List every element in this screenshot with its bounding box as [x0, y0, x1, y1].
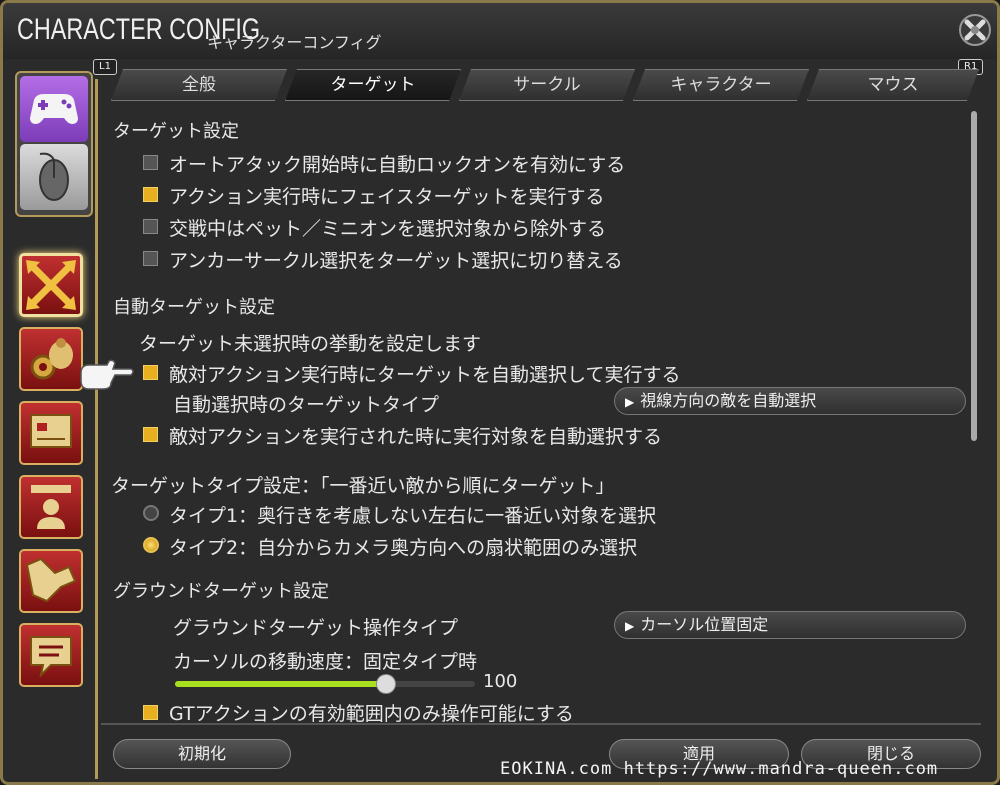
hand-pointer-icon	[80, 359, 134, 390]
triangle-right-icon: ▶	[625, 619, 635, 633]
gamepad-mode-button[interactable]	[20, 76, 88, 142]
radio-type2[interactable]	[143, 537, 159, 553]
checkbox-exclude-pet[interactable]	[143, 219, 158, 234]
crossed-arrows-icon	[26, 260, 76, 310]
checkbox-auto-select-hostile[interactable]	[143, 365, 158, 380]
reset-button[interactable]: 初期化	[113, 739, 291, 769]
watermark: EOKINA.com https://www.mandra-queen.com	[500, 759, 939, 779]
section-title-auto-target: 自動ターゲット設定	[113, 297, 275, 318]
tab-mouse[interactable]: マウス	[807, 69, 979, 101]
tab-character[interactable]: キャラクター	[633, 69, 809, 101]
tab-bar: 全般 ターゲット サークル キャラクター マウス	[111, 69, 979, 103]
section-title-target: ターゲット設定	[113, 121, 239, 142]
gt-operation-dropdown[interactable]: ▶ カーソル位置固定	[614, 611, 966, 639]
label-type2: タイプ2：自分からカメラ奥方向への扇状範囲のみ選択	[169, 537, 638, 559]
footer-divider	[101, 723, 981, 725]
label-target-type: 自動選択時のターゲットタイプ	[173, 394, 440, 416]
label-auto-select-attacker: 敵対アクションを実行された時に実行対象を自動選択する	[169, 426, 663, 448]
section-title-ground-target: グラウンドターゲット設定	[113, 581, 329, 602]
config-window: CHARACTER CONFIG キャラクターコンフィグ L1 R1 全般 ター…	[0, 0, 1000, 785]
label-auto-lockon: オートアタック開始時に自動ロックオンを有効にする	[169, 154, 626, 176]
sidebar-divider	[95, 79, 98, 779]
close-x-icon[interactable]	[958, 13, 992, 47]
slider-knob[interactable]	[376, 674, 396, 694]
mouse-icon	[39, 152, 69, 201]
category-card-button[interactable]	[19, 401, 83, 465]
gamepad-icon	[30, 94, 78, 124]
input-mode-selector[interactable]	[15, 71, 93, 217]
target-type-dropdown[interactable]: ▶ 視線方向の敵を自動選択	[614, 387, 966, 415]
gears-bag-icon	[30, 338, 73, 380]
label-gt-operation: グラウンドターゲット操作タイプ	[173, 617, 459, 639]
gt-operation-value: カーソル位置固定	[640, 615, 769, 634]
cursor-speed-slider[interactable]	[175, 674, 475, 694]
target-type-value: 視線方向の敵を自動選択	[640, 391, 817, 410]
category-target-button[interactable]	[19, 253, 83, 317]
label-exclude-pet: 交戦中はペット／ミニオンを選択対象から除外する	[169, 218, 607, 240]
scrollbar[interactable]	[971, 111, 977, 441]
checkbox-anchor-circle[interactable]	[143, 251, 158, 266]
category-system-button[interactable]	[19, 327, 83, 391]
tab-target[interactable]: ターゲット	[285, 69, 461, 101]
tab-general[interactable]: 全般	[111, 69, 287, 101]
sidebar	[11, 65, 93, 765]
title-bar: CHARACTER CONFIG キャラクターコンフィグ	[3, 3, 997, 59]
category-chat-button[interactable]	[19, 623, 83, 687]
cursor-speed-value: 100	[483, 671, 518, 692]
category-hotbar-button[interactable]	[19, 549, 83, 613]
label-gt-range: GTアクションの有効範囲内のみ操作可能にする	[169, 703, 574, 723]
triangle-right-icon: ▶	[625, 395, 635, 409]
label-face-target: アクション実行時にフェイスターゲットを実行する	[169, 186, 605, 208]
checkbox-auto-select-attacker[interactable]	[143, 427, 158, 442]
label-anchor-circle: アンカーサークル選択をターゲット選択に切り替える	[169, 250, 623, 272]
section-title-target-type: ターゲットタイプ設定：「一番近い敵から順にターゲット」	[111, 475, 615, 497]
label-cursor-speed: カーソルの移動速度：固定タイプ時	[173, 651, 478, 673]
card-icon	[30, 414, 72, 448]
category-character-button[interactable]	[19, 475, 83, 539]
checkbox-gt-range[interactable]	[143, 705, 158, 720]
radio-type1[interactable]	[143, 505, 159, 521]
label-auto-select-hostile: 敵対アクション実行時にターゲットを自動選択して実行する	[169, 364, 681, 386]
tab-circle[interactable]: サークル	[459, 69, 635, 101]
mouse-mode-button[interactable]	[20, 144, 88, 210]
window-subtitle: キャラクターコンフィグ	[207, 33, 382, 52]
slider-fill	[175, 681, 385, 687]
checkbox-face-target[interactable]	[143, 187, 158, 202]
person-icon	[31, 485, 71, 529]
auto-target-desc: ターゲット未選択時の挙動を設定します	[139, 333, 482, 355]
checkbox-auto-lockon[interactable]	[143, 155, 158, 170]
label-type1: タイプ1：奥行きを考慮しない左右に一番近い対象を選択	[169, 505, 657, 527]
settings-panel: ターゲット設定 オートアタック開始時に自動ロックオンを有効にする アクション実行…	[101, 107, 981, 723]
checker-ribbon-icon	[25, 557, 77, 603]
chat-bubble-icon	[30, 636, 72, 679]
